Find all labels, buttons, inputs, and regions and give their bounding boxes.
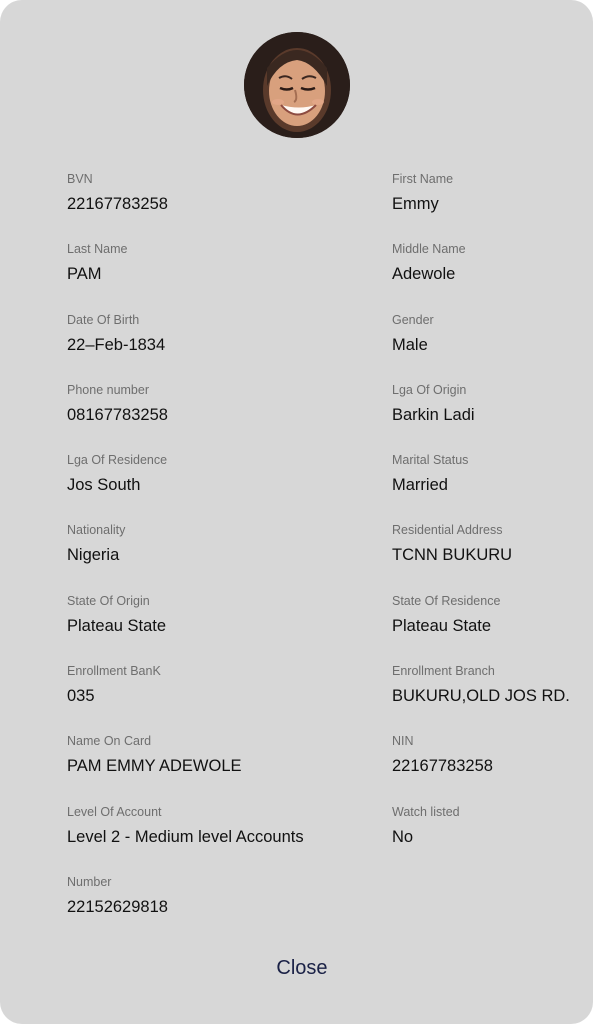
field-middle-name: Middle Name Adewole bbox=[392, 241, 592, 285]
field-value: Adewole bbox=[392, 265, 456, 284]
field-enrollment-bank: Enrollment BanK 035 bbox=[67, 663, 387, 707]
field-number: Number 22152629818 bbox=[67, 874, 387, 918]
field-value: BUKURU,OLD JOS RD. bbox=[392, 687, 570, 706]
field-nationality: Nationality Nigeria bbox=[67, 522, 387, 566]
field-label: Enrollment BanK bbox=[67, 664, 161, 679]
field-value: PAM bbox=[67, 265, 102, 284]
field-label: State Of Origin bbox=[67, 593, 150, 608]
field-value: Jos South bbox=[67, 476, 141, 495]
field-state-of-origin: State Of Origin Plateau State bbox=[67, 593, 387, 637]
field-label: Residential Address bbox=[392, 523, 503, 538]
field-label: Enrollment Branch bbox=[392, 664, 495, 679]
field-gender: Gender Male bbox=[392, 312, 592, 356]
field-label: Middle Name bbox=[392, 242, 466, 257]
details-row: Nationality Nigeria Residential Address … bbox=[67, 522, 567, 592]
field-lga-of-origin: Lga Of Origin Barkin Ladi bbox=[392, 382, 592, 426]
details-row: Lga Of Residence Jos South Marital Statu… bbox=[67, 452, 567, 522]
profile-details-grid: BVN 22167783258 First Name Emmy Last Nam… bbox=[67, 171, 570, 944]
field-value: PAM EMMY ADEWOLE bbox=[67, 757, 242, 776]
field-enrollment-branch: Enrollment Branch BUKURU,OLD JOS RD. bbox=[392, 663, 592, 707]
field-label: NIN bbox=[392, 734, 414, 749]
avatar-image bbox=[244, 32, 350, 138]
field-label: Lga Of Origin bbox=[392, 382, 467, 397]
field-value: 22–Feb-1834 bbox=[67, 335, 166, 354]
details-row: Level Of Account Level 2 - Medium level … bbox=[67, 804, 567, 874]
field-last-name: Last Name PAM bbox=[67, 241, 387, 285]
field-lga-of-residence: Lga Of Residence Jos South bbox=[67, 452, 387, 496]
field-label: Name On Card bbox=[67, 734, 152, 749]
field-label: Phone number bbox=[67, 382, 150, 397]
field-label: Level Of Account bbox=[67, 804, 162, 819]
field-label: Number bbox=[67, 874, 112, 889]
field-marital-status: Marital Status Married bbox=[392, 452, 592, 496]
field-watch-listed: Watch listed No bbox=[392, 804, 592, 848]
details-row: Date Of Birth 22–Feb-1834 Gender Male bbox=[67, 312, 567, 382]
field-level-of-account: Level Of Account Level 2 - Medium level … bbox=[67, 804, 387, 848]
field-value: 22167783258 bbox=[392, 757, 493, 776]
field-phone-number: Phone number 08167783258 bbox=[67, 382, 387, 426]
details-row: Enrollment BanK 035 Enrollment Branch BU… bbox=[67, 663, 570, 733]
field-value: Married bbox=[392, 476, 448, 495]
field-value: Plateau State bbox=[67, 616, 167, 635]
details-row: BVN 22167783258 First Name Emmy bbox=[67, 171, 567, 241]
field-value: 22167783258 bbox=[67, 195, 168, 213]
field-date-of-birth: Date Of Birth 22–Feb-1834 bbox=[67, 312, 387, 356]
field-label: First Name bbox=[392, 172, 454, 186]
field-value: No bbox=[392, 827, 414, 846]
field-value: Plateau State bbox=[392, 616, 492, 635]
field-label: BVN bbox=[67, 172, 93, 186]
details-row: Last Name PAM Middle Name Adewole bbox=[67, 241, 567, 311]
avatar bbox=[244, 32, 350, 138]
details-row: Phone number 08167783258 Lga Of Origin B… bbox=[67, 382, 567, 452]
field-value: Barkin Ladi bbox=[392, 405, 475, 424]
field-value: Emmy bbox=[392, 195, 439, 213]
field-label: State Of Residence bbox=[392, 593, 501, 608]
profile-details-modal: BVN 22167783258 First Name Emmy Last Nam… bbox=[0, 0, 593, 1024]
field-label: Lga Of Residence bbox=[67, 453, 168, 468]
field-value: TCNN BUKURU bbox=[392, 546, 513, 565]
details-row: Number 22152629818 bbox=[67, 874, 567, 944]
field-value: Nigeria bbox=[67, 546, 120, 565]
field-label: Date Of Birth bbox=[67, 312, 140, 327]
field-value: 22152629818 bbox=[67, 897, 168, 916]
field-bvn: BVN 22167783258 bbox=[67, 171, 387, 215]
details-row: Name On Card PAM EMMY ADEWOLE NIN 221677… bbox=[67, 733, 567, 803]
field-nin: NIN 22167783258 bbox=[392, 733, 592, 777]
field-first-name: First Name Emmy bbox=[392, 171, 592, 215]
field-value: 08167783258 bbox=[67, 405, 168, 424]
field-label: Watch listed bbox=[392, 804, 460, 819]
field-value: Male bbox=[392, 335, 428, 354]
field-state-of-residence: State Of Residence Plateau State bbox=[392, 593, 592, 637]
close-button[interactable]: Close bbox=[246, 951, 358, 985]
details-row: State Of Origin Plateau State State Of R… bbox=[67, 593, 567, 663]
field-label: Nationality bbox=[67, 523, 126, 538]
field-residential-address: Residential Address TCNN BUKURU bbox=[392, 522, 592, 566]
field-value: Level 2 - Medium level Accounts bbox=[67, 827, 304, 846]
field-label: Last Name bbox=[67, 242, 128, 257]
field-label: Marital Status bbox=[392, 453, 469, 468]
field-name-on-card: Name On Card PAM EMMY ADEWOLE bbox=[67, 733, 387, 777]
field-value: 035 bbox=[67, 687, 95, 706]
field-label: Gender bbox=[392, 312, 434, 327]
